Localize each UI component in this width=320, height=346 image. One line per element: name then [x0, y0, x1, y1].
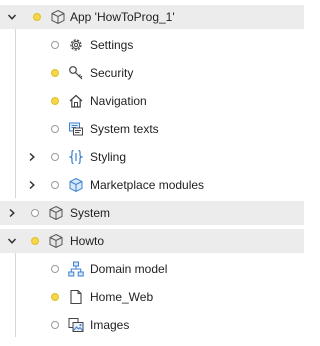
app-cube-icon — [50, 9, 66, 25]
tree-item-label: Howto — [70, 234, 105, 248]
module-cube-icon — [48, 233, 64, 249]
tree-item-label: System — [70, 206, 111, 220]
tree-item-label: App 'HowToProg_1' — [70, 10, 175, 24]
tree-item-howto[interactable]: Howto — [0, 229, 304, 253]
status-dot-icon — [51, 265, 59, 273]
status-dot-icon — [51, 41, 59, 49]
chevron-right-icon[interactable] — [27, 152, 37, 162]
status-dot-icon — [31, 209, 39, 217]
tree-item-label: Home_Web — [90, 290, 154, 304]
styling-braces-icon — [68, 149, 84, 165]
gear-icon — [68, 37, 84, 53]
tree-item-label: Security — [90, 66, 134, 80]
images-icon — [68, 317, 84, 333]
status-dot-icon — [51, 153, 59, 161]
tree-item-app[interactable]: App 'HowToProg_1' — [0, 5, 304, 29]
tree-item-styling[interactable]: Styling — [0, 145, 304, 169]
tree-item-marketplace-modules[interactable]: Marketplace modules — [0, 173, 304, 197]
tree-item-navigation[interactable]: Navigation — [0, 89, 304, 113]
chevron-down-icon[interactable] — [7, 236, 17, 246]
tree-item-label: System texts — [90, 122, 159, 136]
tree-item-settings[interactable]: Settings — [0, 33, 304, 57]
tree-item-label: Images — [90, 318, 130, 332]
tree-item-domain-model[interactable]: Domain model — [0, 257, 304, 281]
home-icon — [68, 93, 84, 109]
tree-item-label: Styling — [90, 150, 127, 164]
tree-item-home-web[interactable]: Home_Web — [0, 285, 304, 309]
tree-item-system[interactable]: System — [0, 201, 304, 225]
chevron-right-icon[interactable] — [7, 208, 17, 218]
chevron-right-icon[interactable] — [27, 180, 37, 190]
status-dot-icon — [51, 69, 59, 77]
module-cube-icon — [48, 205, 64, 221]
status-dot-icon — [51, 181, 59, 189]
tree-item-security[interactable]: Security — [0, 61, 304, 85]
system-texts-icon — [68, 121, 84, 137]
status-dot-icon — [31, 237, 39, 245]
status-dot-icon — [33, 13, 41, 21]
tree-item-label: Marketplace modules — [90, 178, 205, 192]
key-icon — [68, 65, 84, 81]
marketplace-cube-icon — [68, 177, 84, 193]
tree-item-system-texts[interactable]: System texts — [0, 117, 304, 141]
status-dot-icon — [51, 293, 59, 301]
page-icon — [68, 289, 84, 305]
chevron-down-icon[interactable] — [7, 12, 17, 22]
tree-item-label: Domain model — [90, 262, 168, 276]
tree-item-label: Settings — [90, 38, 134, 52]
status-dot-icon — [51, 97, 59, 105]
project-explorer-tree: App 'HowToProg_1' Settings Security Navi… — [0, 0, 304, 346]
tree-item-label: Navigation — [90, 94, 147, 108]
status-dot-icon — [51, 125, 59, 133]
tree-item-images[interactable]: Images — [0, 313, 304, 337]
domain-model-icon — [68, 261, 84, 277]
status-dot-icon — [51, 321, 59, 329]
